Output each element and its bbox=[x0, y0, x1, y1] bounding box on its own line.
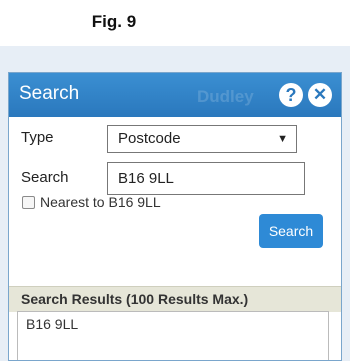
close-icon[interactable]: ✕ bbox=[308, 83, 332, 107]
figure-label: Fig. 9 bbox=[91, 12, 137, 31]
results-header: Search Results (100 Results Max.) bbox=[9, 286, 341, 312]
type-select[interactable]: Postcode ▼ bbox=[107, 125, 297, 153]
search-input[interactable]: B16 9LL bbox=[107, 162, 305, 195]
dialog-titlebar: Search Dudley ? ✕ bbox=[9, 73, 341, 117]
results-list: B16 9LL bbox=[17, 311, 329, 360]
search-button[interactable]: Search bbox=[259, 214, 323, 248]
background-map-text: Dudley bbox=[197, 87, 254, 106]
search-dialog: Search Dudley ? ✕ Type Postcode ▼ Search… bbox=[8, 72, 342, 361]
help-icon[interactable]: ? bbox=[279, 83, 303, 107]
nearest-checkbox[interactable] bbox=[22, 196, 35, 209]
type-select-value: Postcode bbox=[118, 130, 181, 147]
search-label: Search bbox=[21, 169, 69, 186]
search-input-value: B16 9LL bbox=[118, 170, 174, 187]
nearest-label: Nearest to B16 9LL bbox=[40, 194, 161, 210]
type-label: Type bbox=[21, 129, 54, 146]
chevron-down-icon: ▼ bbox=[277, 133, 288, 145]
list-item[interactable]: B16 9LL bbox=[26, 316, 78, 332]
dialog-title: Search bbox=[19, 83, 80, 104]
